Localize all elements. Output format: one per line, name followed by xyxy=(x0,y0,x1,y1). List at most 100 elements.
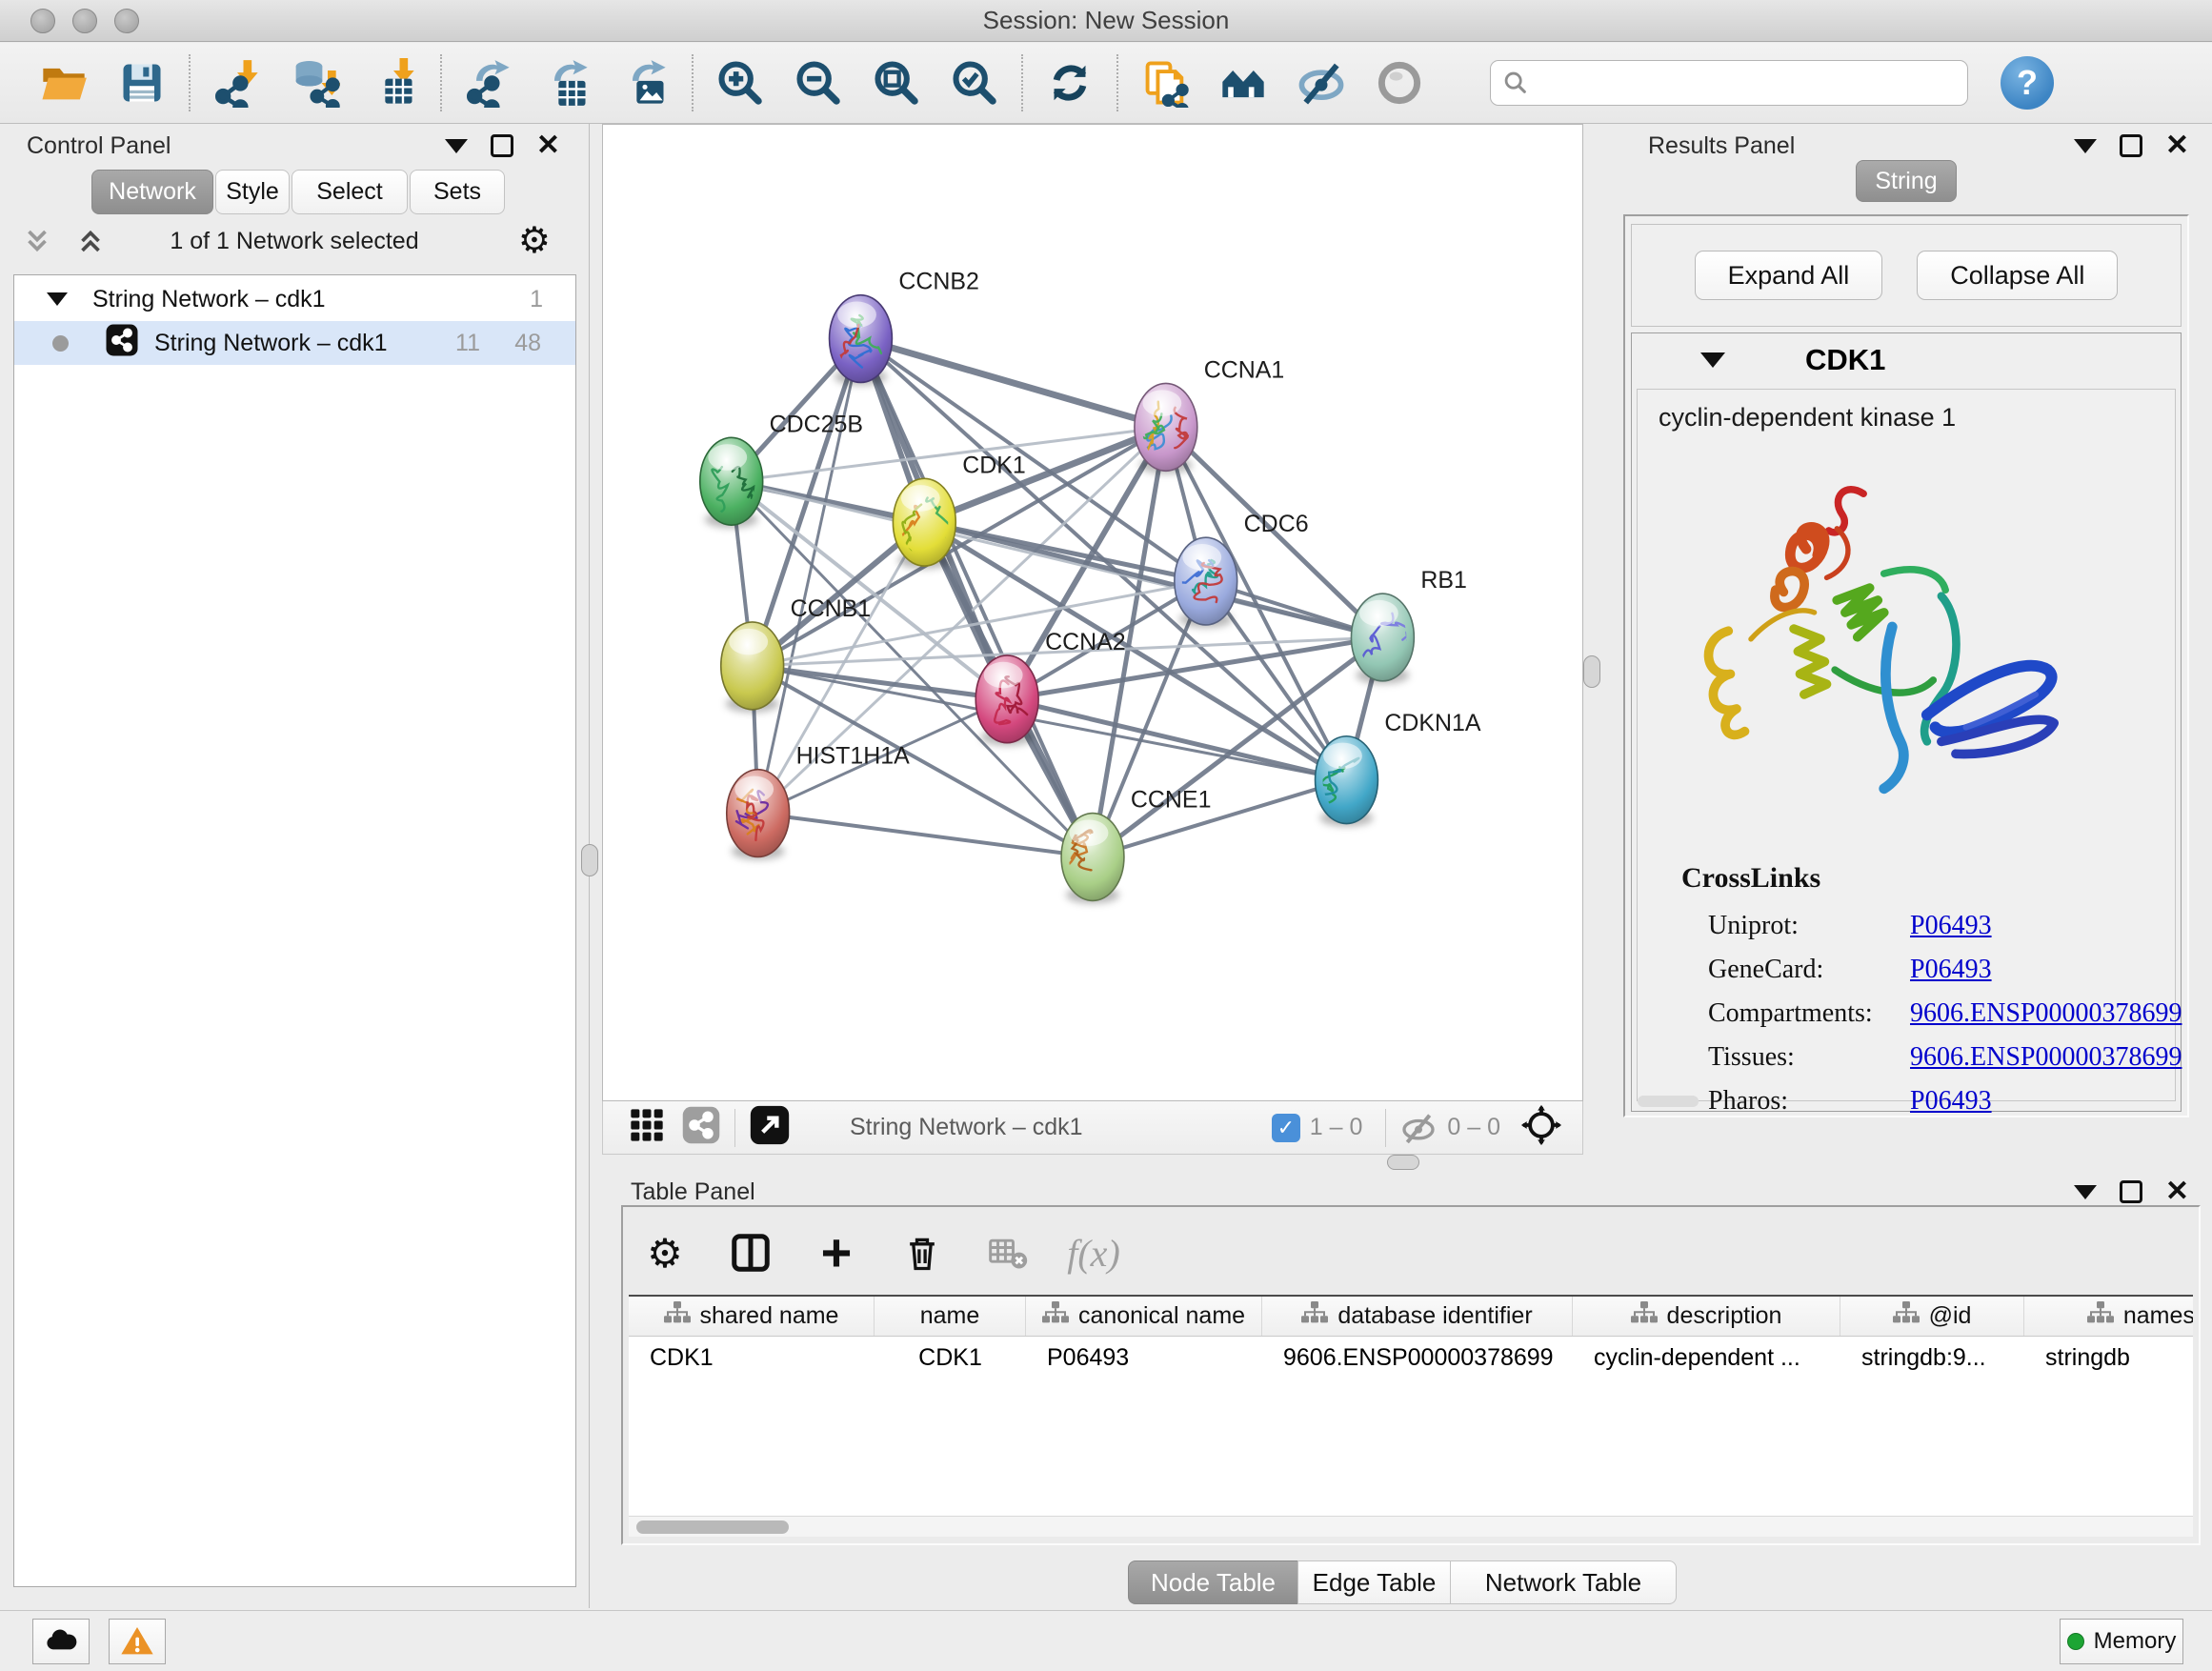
refresh-view-icon[interactable] xyxy=(1031,52,1109,113)
add-column-icon[interactable]: + xyxy=(812,1228,861,1278)
minimize-window-button[interactable] xyxy=(72,9,97,33)
grid-view-icon[interactable] xyxy=(628,1106,666,1149)
network-edge[interactable] xyxy=(860,339,1093,857)
panel-maximize-icon[interactable] xyxy=(2120,1180,2142,1203)
search-field[interactable] xyxy=(1490,60,1968,106)
column-header-id[interactable]: @id xyxy=(1840,1297,2024,1336)
table-tabs: Node Table Edge Table Network Table xyxy=(1128,1560,1677,1604)
network-node-ccnb1[interactable] xyxy=(721,622,784,713)
panel-float-icon[interactable] xyxy=(2074,139,2097,153)
open-session-icon[interactable] xyxy=(25,52,103,113)
column-header-namespace[interactable]: namespace xyxy=(2024,1297,2193,1336)
network-row-selected[interactable]: String Network – cdk1 11 48 xyxy=(14,321,575,365)
crosslink-pharos-link[interactable]: P06493 xyxy=(1910,1086,1992,1117)
import-table-icon[interactable] xyxy=(354,52,432,113)
panel-float-icon[interactable] xyxy=(2074,1185,2097,1199)
zoom-in-icon[interactable] xyxy=(701,52,779,113)
network-node-cdkn1a[interactable] xyxy=(1316,736,1378,827)
column-header-description[interactable]: description xyxy=(1573,1297,1840,1336)
crosslink-uniprot-link[interactable]: P06493 xyxy=(1910,911,1992,941)
maximize-window-button[interactable] xyxy=(114,9,139,33)
collection-caret-icon[interactable] xyxy=(47,292,68,306)
show-columns-icon[interactable] xyxy=(726,1228,775,1278)
network-node-hist1h1a[interactable] xyxy=(727,770,790,860)
network-node-ccne1[interactable] xyxy=(1061,814,1124,904)
help-button[interactable]: ? xyxy=(2001,56,2054,110)
results-scrollbar-thumb[interactable] xyxy=(1638,1096,1699,1107)
zoom-fit-icon[interactable] xyxy=(857,52,935,113)
birds-eye-view-icon[interactable] xyxy=(1519,1103,1563,1152)
table-row[interactable]: CDK1 CDK1 P06493 9606.ENSP00000378699 cy… xyxy=(629,1337,2193,1379)
panel-close-icon[interactable]: ✕ xyxy=(2165,134,2189,157)
cell-id: stringdb:9... xyxy=(1840,1344,2024,1372)
network-options-gear-icon[interactable]: ⚙ xyxy=(518,223,551,259)
panel-maximize-icon[interactable] xyxy=(2120,134,2142,157)
zoom-out-icon[interactable] xyxy=(779,52,857,113)
bottom-splitter-handle[interactable] xyxy=(1387,1155,1419,1170)
function-builder-icon[interactable]: f(x) xyxy=(1069,1228,1118,1278)
toolbar-separator xyxy=(692,54,694,111)
selected-checkbox-icon[interactable]: ✓ xyxy=(1272,1114,1300,1142)
right-splitter-handle[interactable] xyxy=(1583,655,1600,688)
network-node-cdc25b[interactable] xyxy=(700,437,763,528)
crosslink-genecard-link[interactable]: P06493 xyxy=(1910,955,1992,985)
tab-select[interactable]: Select xyxy=(292,170,408,214)
network-collection-row[interactable]: String Network – cdk1 1 xyxy=(14,277,575,321)
table-options-gear-icon[interactable]: ⚙ xyxy=(640,1228,690,1278)
network-node-cdc6[interactable] xyxy=(1163,537,1237,628)
tab-style[interactable]: Style xyxy=(215,170,290,214)
panel-maximize-icon[interactable] xyxy=(491,134,513,157)
crosslink-tissues-link[interactable]: 9606.ENSP00000378699 xyxy=(1910,1042,2182,1073)
left-splitter-handle[interactable] xyxy=(581,844,598,876)
gene-caret-icon[interactable] xyxy=(1700,352,1725,368)
export-image-icon[interactable] xyxy=(606,52,684,113)
memory-button[interactable]: Memory xyxy=(2060,1619,2183,1664)
export-table-icon[interactable] xyxy=(528,52,606,113)
network-edge[interactable] xyxy=(860,339,1165,428)
crosslink-compartments-link[interactable]: 9606.ENSP00000378699 xyxy=(1910,998,2182,1029)
cloud-button[interactable] xyxy=(32,1619,90,1664)
hide-selected-icon[interactable] xyxy=(1282,52,1360,113)
expand-all-button[interactable]: Expand All xyxy=(1695,251,1883,300)
home-icon[interactable] xyxy=(1204,52,1282,113)
tab-edge-table[interactable]: Edge Table xyxy=(1297,1560,1450,1604)
column-header-shared-name[interactable]: shared name xyxy=(629,1297,875,1336)
panel-close-icon[interactable]: ✕ xyxy=(2165,1180,2189,1203)
close-window-button[interactable] xyxy=(30,9,55,33)
table-horizontal-scrollbar[interactable] xyxy=(629,1516,2193,1537)
panel-close-icon[interactable]: ✕ xyxy=(536,134,560,157)
show-all-icon[interactable] xyxy=(1360,52,1438,113)
clone-network-icon[interactable] xyxy=(1126,52,1204,113)
scrollbar-thumb[interactable] xyxy=(636,1520,789,1534)
tab-sets[interactable]: Sets xyxy=(410,170,505,214)
tab-string[interactable]: String xyxy=(1856,160,1957,202)
crosslink-label: Tissues: xyxy=(1708,1042,1910,1073)
collapse-all-button[interactable]: Collapse All xyxy=(1917,251,2118,300)
network-edge[interactable] xyxy=(758,814,1093,857)
panel-float-icon[interactable] xyxy=(445,139,468,153)
save-session-icon[interactable] xyxy=(103,52,181,113)
network-node-ccna1[interactable] xyxy=(1132,383,1197,473)
string-network-graph[interactable]: CCNB2CCNA1CDC25BCDK1CDC6RB1CCNB1CCNA2CDK… xyxy=(603,125,1582,1100)
zoom-selected-icon[interactable] xyxy=(935,52,1014,113)
import-network-icon[interactable] xyxy=(198,52,276,113)
import-database-icon[interactable] xyxy=(276,52,354,113)
tab-network-table[interactable]: Network Table xyxy=(1450,1560,1677,1604)
network-view-canvas[interactable]: CCNB2CCNA1CDC25BCDK1CDC6RB1CCNB1CCNA2CDK… xyxy=(602,124,1583,1101)
column-header-database-identifier[interactable]: database identifier xyxy=(1262,1297,1573,1336)
delete-table-icon[interactable] xyxy=(983,1228,1033,1278)
delete-column-icon[interactable] xyxy=(897,1228,947,1278)
gene-section-header[interactable]: CDK1 xyxy=(1632,333,2181,387)
search-input[interactable] xyxy=(1529,70,1956,96)
node-label-ccna1: CCNA1 xyxy=(1204,356,1285,383)
tab-network[interactable]: Network xyxy=(91,170,213,214)
column-header-canonical-name[interactable]: canonical name xyxy=(1026,1297,1262,1336)
warnings-button[interactable] xyxy=(109,1619,166,1664)
warning-icon xyxy=(118,1622,156,1661)
column-header-name[interactable]: name xyxy=(875,1297,1026,1336)
network-node-rb1[interactable] xyxy=(1351,594,1414,684)
open-in-window-icon[interactable] xyxy=(749,1104,791,1151)
export-network-icon[interactable] xyxy=(450,52,528,113)
network-style-icon[interactable] xyxy=(681,1105,721,1150)
tab-node-table[interactable]: Node Table xyxy=(1128,1560,1297,1604)
